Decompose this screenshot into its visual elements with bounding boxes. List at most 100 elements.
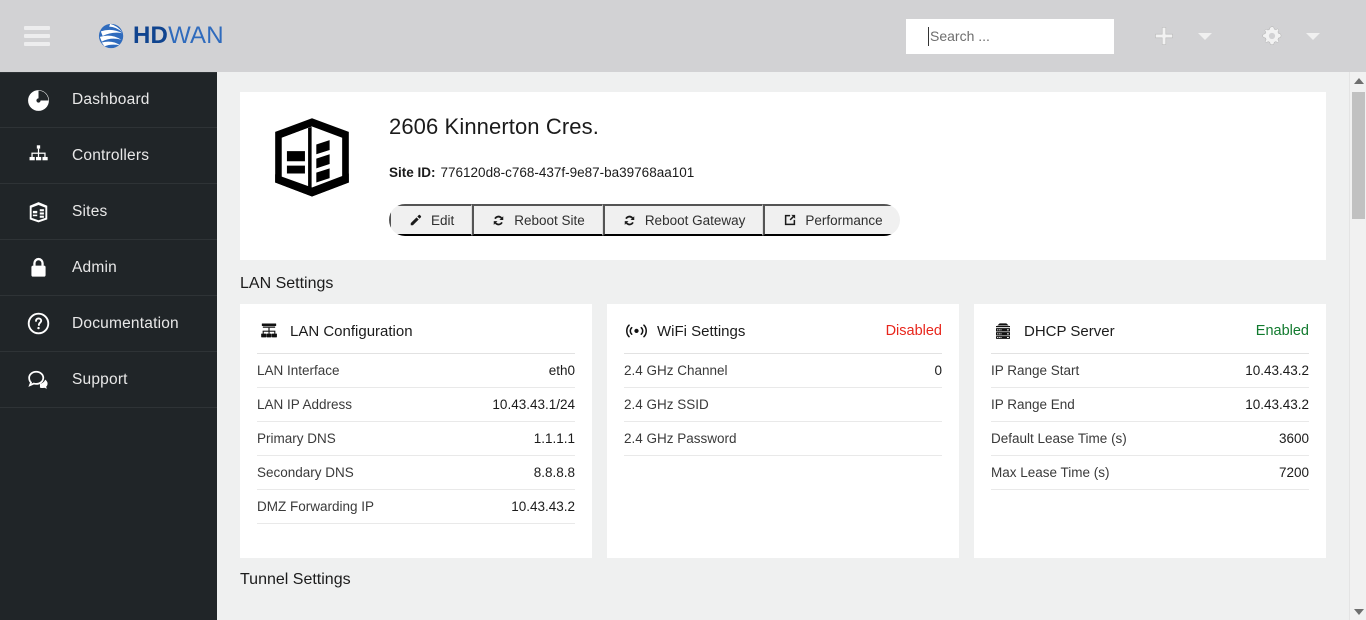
triangle-up-icon xyxy=(1353,77,1364,84)
reboot-gateway-button[interactable]: Reboot Gateway xyxy=(602,204,764,236)
sidebar-item-documentation[interactable]: Documentation xyxy=(0,296,217,352)
row-key: LAN Interface xyxy=(257,363,340,378)
wifi-settings-card: WiFi Settings Disabled 2.4 GHz Channel 0… xyxy=(607,304,959,558)
sidebar-item-admin[interactable]: Admin xyxy=(0,240,217,296)
row-key: Max Lease Time (s) xyxy=(991,465,1110,480)
hierarchy-icon xyxy=(25,143,51,169)
site-id-value: 776120d8-c768-437f-9e87-ba39768aa101 xyxy=(440,165,695,180)
main-content: 2606 Kinnerton Cres. Site ID: 776120d8-c7… xyxy=(217,72,1349,620)
row-key: 2.4 GHz Password xyxy=(624,431,737,446)
question-circle-icon xyxy=(25,311,51,337)
text-cursor xyxy=(928,26,929,46)
row-key: DMZ Forwarding IP xyxy=(257,499,375,514)
table-row: 2.4 GHz Channel 0 xyxy=(624,354,942,388)
row-value: eth0 xyxy=(548,363,575,378)
table-row: Primary DNS 1.1.1.1 xyxy=(257,422,575,456)
table-row: DMZ Forwarding IP 10.43.43.2 xyxy=(257,490,575,524)
app-header: HDWAN xyxy=(0,0,1366,72)
table-row: 2.4 GHz SSID xyxy=(624,388,942,422)
search-wrapper xyxy=(906,18,1114,54)
site-id-label: Site ID: xyxy=(389,165,436,180)
table-row: 2.4 GHz Password xyxy=(624,422,942,456)
logo-text-primary: HD xyxy=(133,22,169,49)
plus-icon[interactable] xyxy=(1152,24,1176,48)
reboot-site-button[interactable]: Reboot Site xyxy=(472,204,603,236)
settings-chevron-down-icon[interactable] xyxy=(1306,32,1320,40)
row-value: 10.43.43.2 xyxy=(1245,363,1309,378)
building-3d-icon xyxy=(275,118,349,197)
add-menu-group xyxy=(1152,24,1212,48)
sidebar-item-sites[interactable]: Sites xyxy=(0,184,217,240)
site-icon-wrapper xyxy=(257,110,367,204)
site-id-row: Site ID: 776120d8-c768-437f-9e87-ba39768a… xyxy=(389,165,900,180)
settings-cards-row: LAN Configuration LAN Interface eth0 LAN… xyxy=(240,304,1326,558)
swoosh-globe-icon xyxy=(98,23,124,49)
row-key: Secondary DNS xyxy=(257,465,354,480)
row-key: IP Range Start xyxy=(991,363,1080,378)
row-value: 0 xyxy=(934,363,942,378)
scroll-up-button[interactable] xyxy=(1350,72,1366,89)
app-logo[interactable]: HDWAN xyxy=(97,22,224,50)
sidebar-item-dashboard[interactable]: Dashboard xyxy=(0,72,217,128)
reboot-gateway-button-label: Reboot Gateway xyxy=(644,212,746,228)
wifi-rows: 2.4 GHz Channel 0 2.4 GHz SSID 2.4 GHz P… xyxy=(624,354,942,456)
site-summary-card: 2606 Kinnerton Cres. Site ID: 776120d8-c7… xyxy=(240,92,1326,260)
edit-button[interactable]: Edit xyxy=(389,204,473,236)
sidebar-item-label: Sites xyxy=(72,202,108,220)
refresh-icon xyxy=(491,213,506,228)
building-icon xyxy=(25,199,51,225)
card-title: WiFi Settings xyxy=(657,322,746,340)
triangle-down-icon xyxy=(1353,608,1364,615)
vertical-scrollbar[interactable] xyxy=(1349,72,1366,620)
sidebar-item-controllers[interactable]: Controllers xyxy=(0,128,217,184)
row-value: 1.1.1.1 xyxy=(533,431,575,446)
row-key: LAN IP Address xyxy=(257,397,353,412)
table-row: Secondary DNS 8.8.8.8 xyxy=(257,456,575,490)
lan-configuration-card: LAN Configuration LAN Interface eth0 LAN… xyxy=(240,304,592,558)
performance-button-label: Performance xyxy=(805,212,883,228)
hamburger-icon[interactable] xyxy=(24,26,50,46)
row-value: 10.43.43.2 xyxy=(1245,397,1309,412)
site-info: 2606 Kinnerton Cres. Site ID: 776120d8-c7… xyxy=(389,114,900,236)
add-chevron-down-icon[interactable] xyxy=(1198,32,1212,40)
sidebar-item-label: Admin xyxy=(72,258,117,276)
scrollbar-thumb[interactable] xyxy=(1352,92,1365,219)
row-key: Default Lease Time (s) xyxy=(991,431,1127,446)
table-row: LAN Interface eth0 xyxy=(257,354,575,388)
lan-settings-heading: LAN Settings xyxy=(240,275,334,292)
card-header: LAN Configuration xyxy=(257,320,575,354)
row-value: 10.43.43.2 xyxy=(511,499,575,514)
card-title: LAN Configuration xyxy=(290,322,413,340)
sidebar-item-label: Dashboard xyxy=(72,91,150,108)
row-value: 7200 xyxy=(1278,465,1309,480)
dhcp-rows: IP Range Start 10.43.43.2 IP Range End 1… xyxy=(991,354,1309,490)
row-key: 2.4 GHz Channel xyxy=(624,363,728,378)
search-input[interactable] xyxy=(906,18,1114,54)
sidebar-item-label: Controllers xyxy=(72,146,150,164)
gear-icon[interactable] xyxy=(1260,24,1284,48)
row-value: 3600 xyxy=(1278,431,1309,446)
wifi-broadcast-icon xyxy=(624,320,648,342)
performance-button[interactable]: Performance xyxy=(763,204,900,236)
site-action-buttons: Edit Reboot Site Reboot Gateway Performa… xyxy=(389,204,900,236)
sitemap-icon xyxy=(257,320,281,342)
card-header: DHCP Server Enabled xyxy=(991,320,1309,354)
status-badge: Disabled xyxy=(885,323,942,339)
status-badge: Enabled xyxy=(1255,323,1309,339)
table-row: IP Range End 10.43.43.2 xyxy=(991,388,1309,422)
scroll-down-button[interactable] xyxy=(1350,603,1366,620)
table-row: Max Lease Time (s) 7200 xyxy=(991,456,1309,490)
row-key: 2.4 GHz SSID xyxy=(624,397,709,412)
reboot-site-button-label: Reboot Site xyxy=(514,212,585,228)
gauge-icon xyxy=(25,87,51,113)
table-row: Default Lease Time (s) 3600 xyxy=(991,422,1309,456)
tunnel-settings-heading: Tunnel Settings xyxy=(240,571,351,588)
logo-text-secondary: WAN xyxy=(168,22,224,49)
sidebar-item-support[interactable]: Support xyxy=(0,352,217,408)
pencil-icon xyxy=(408,213,423,228)
table-row: IP Range Start 10.43.43.2 xyxy=(991,354,1309,388)
row-key: IP Range End xyxy=(991,397,1075,412)
sidebar-nav: Dashboard Controllers Sites Admin Docume… xyxy=(0,72,217,620)
settings-menu-group xyxy=(1260,24,1320,48)
edit-button-label: Edit xyxy=(431,212,455,228)
